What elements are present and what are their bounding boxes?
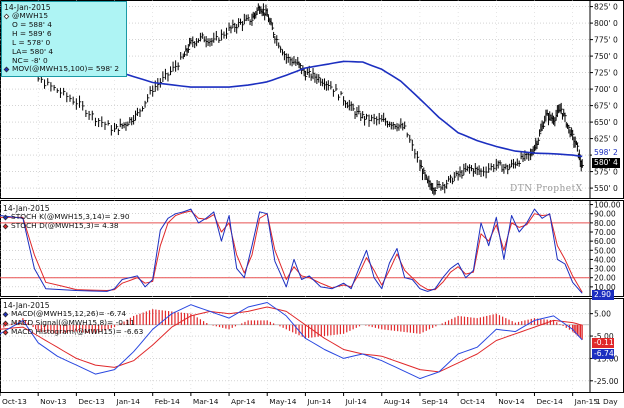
x-tick-label: Dec-13 <box>78 397 105 406</box>
y-tick-label: 750' 0 <box>594 52 618 61</box>
stoch-legend-row: STOCH D(@MWH15,3)= 4.38 <box>2 220 127 231</box>
y-tick-label: -25.00 <box>594 377 619 386</box>
x-interval-label: 1 Day <box>596 397 618 406</box>
open-diamond-icon <box>3 13 10 20</box>
blue-diamond-icon <box>2 214 9 221</box>
y-tick-label: 60.00 <box>594 237 616 246</box>
macd-legend-row: MACD Histogram(@MWH15)= -6.63 <box>2 327 143 337</box>
x-tick-label: Nov-14 <box>498 397 525 406</box>
x-tick-label: Jul-14 <box>345 397 367 406</box>
y-tick-label: 575' 0 <box>594 168 618 177</box>
red-diamond-icon <box>2 223 9 230</box>
y-tick-label: 625' 0 <box>594 135 618 144</box>
price-legend-box: 14-Jan-2015 @MWH15 O = 588' 4H = 589' 6L =… <box>1 1 127 78</box>
macd-value-tag: -6.74 <box>592 349 614 359</box>
y-tick-label: 775' 0 <box>594 36 618 45</box>
y-tick-label: 30.00 <box>594 265 616 274</box>
y-tick-label: 825' 0 <box>594 3 618 12</box>
x-tick-label: Mar-14 <box>193 397 219 406</box>
y-tick-label: 100.00 <box>594 201 621 210</box>
x-tick-label: Jun-14 <box>306 397 331 406</box>
x-tick-label: May-14 <box>269 397 297 406</box>
x-tick-label: Feb-14 <box>155 397 180 406</box>
x-tick-label: Nov-13 <box>40 397 67 406</box>
y-tick-labels: 825' 0 800' 0 775' 0 750' 0 725' 0 700' 0 675'… <box>590 3 621 386</box>
ma-value-tag: 598' 2 <box>592 148 620 158</box>
x-tick-label: Apr-14 <box>231 397 256 406</box>
y-tick-label: 5.00 <box>594 310 611 319</box>
stoch-legend-text: STOCH D(@MWH15,3)= 4.38 <box>11 220 119 230</box>
x-tick-label: Oct-14 <box>460 397 485 406</box>
x-tick-label: Oct-13 <box>2 397 27 406</box>
y-tick-label: 675' 0 <box>594 102 618 111</box>
x-tick-label: Aug-14 <box>384 397 411 406</box>
macd-signal-tag: -0.11 <box>592 338 614 348</box>
y-tick-label: 80.00 <box>594 219 616 228</box>
y-tick-label: 800' 0 <box>594 19 618 28</box>
y-tick-label: 700' 0 <box>594 85 618 94</box>
watermark: DTN ProphetX <box>510 184 583 194</box>
red-diamond-icon <box>2 329 9 336</box>
x-axis: Oct-13 Nov-13 Dec-13 Jan-14 Feb-14 Mar-14 Apr-… <box>0 392 618 406</box>
price-legend-text: MOV(@MWH15,100)= 598' 2 <box>12 64 120 74</box>
blue-diamond-icon <box>2 311 9 318</box>
y-tick-label: 90.00 <box>594 210 616 219</box>
red-diamond-icon <box>2 320 9 327</box>
y-tick-label: 50.00 <box>594 246 616 255</box>
stoch-k-tag: 2.90 <box>592 290 614 300</box>
stoch-legend-box: 14-Jan-2015 STOCH K(@MWH15,3,14)= 2.90 STO… <box>1 203 130 233</box>
last-price-tag: 580' 4 <box>592 158 620 168</box>
x-tick-label: Jan-14 <box>116 397 141 406</box>
macd-legend-box: 14-Jan-2015 MACD(@MWH15,12,26)= -6.74 MACD… <box>1 300 143 339</box>
x-tick-label: Dec-14 <box>536 397 563 406</box>
price-legend-row: MOV(@MWH15,100)= 598' 2 <box>3 64 124 74</box>
macd-legend-text: MACD Histogram(@MWH15)= -6.63 <box>11 326 144 336</box>
x-tick-label: Jan-15 <box>574 397 599 406</box>
y-tick-label: 70.00 <box>594 228 616 237</box>
blue-line-icon <box>3 67 10 73</box>
y-tick-label: 550' 0 <box>594 184 618 193</box>
x-tick-label: Sep-14 <box>422 397 448 406</box>
moving-average-line <box>87 59 583 158</box>
y-tick-label: 40.00 <box>594 255 616 264</box>
y-tick-label: 725' 0 <box>594 69 618 78</box>
y-tick-label: 20.00 <box>594 274 616 283</box>
y-tick-label: 650' 0 <box>594 118 618 127</box>
